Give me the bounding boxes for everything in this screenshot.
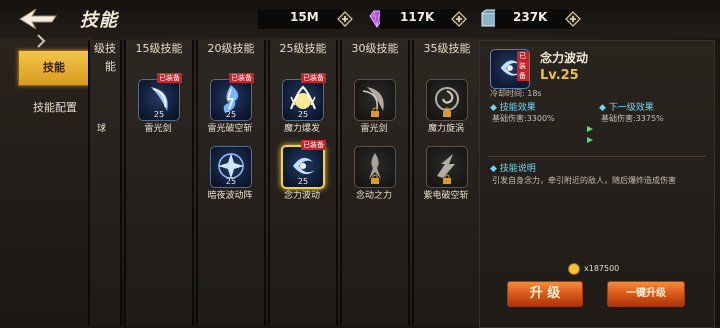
lock-icon [443, 107, 451, 117]
next-effect-value: 基础伤害:3375% [601, 114, 664, 123]
plus-icon [565, 11, 581, 27]
cooldown-text: 冷却时间: 18s [490, 89, 542, 98]
page-title: 技能 [80, 10, 118, 31]
gem-counter: 117K [380, 9, 460, 29]
divider [488, 156, 706, 157]
current-effect-value: 基础伤害:3300% [492, 114, 555, 123]
one-key-upgrade-button[interactable]: 一键升级 [607, 281, 685, 307]
upgrade-button[interactable]: 升 级 [507, 281, 583, 307]
lock-icon [371, 107, 379, 117]
column-title: 35级技能 [423, 42, 471, 55]
column-title: 级技能 [94, 42, 116, 73]
nav-tab-skills[interactable]: 技能 [18, 50, 90, 86]
skill-title: 念力波动 [540, 51, 589, 65]
skill-level: 25 [153, 110, 165, 119]
increase-arrow-icon [587, 126, 593, 132]
diamond-icon: ◆ [599, 103, 606, 113]
diamond-icon: ◆ [490, 103, 497, 113]
skill-slot-selected[interactable]: 已装备 25 [281, 140, 326, 189]
gold-coin-icon [568, 263, 580, 275]
skill-name: 雷光剑 [144, 124, 172, 134]
current-effect-header: ◆ 技能效果 [490, 100, 536, 113]
skill-name: 暗夜波动阵 [207, 191, 253, 201]
column-title: 15级技能 [135, 42, 183, 55]
skill-name: 紫电破空斩 [423, 191, 469, 201]
column-title: 20级技能 [207, 42, 255, 55]
skill-level: 25 [225, 177, 237, 186]
collapse-chevron-icon[interactable] [32, 32, 50, 50]
skill-slot-locked[interactable] [426, 146, 468, 188]
nav-tab-skill-config[interactable]: 技能配置 [20, 98, 90, 118]
equipped-badge: 已装备 [157, 73, 182, 83]
skill-detail-panel: 已装备 念力波动 Lv.25 冷却时间: 18s ◆ 技能效果 基础伤害:330… [479, 40, 715, 328]
skill-name: 念力波动 [283, 191, 320, 201]
skill-level-label: Lv.25 [540, 68, 579, 83]
skill-name: 魔力爆发 [283, 124, 320, 134]
plus-icon [337, 11, 353, 27]
description-header: ◆ 技能说明 [490, 161, 536, 174]
skill-slot[interactable]: 25 [210, 146, 252, 188]
crystal-counter: 237K [495, 9, 575, 29]
skill-slot[interactable]: 已装备 25 [138, 73, 182, 121]
increase-arrow-icon [587, 137, 593, 143]
skill-level: 25 [297, 110, 309, 119]
skill-slot-locked[interactable] [354, 146, 396, 188]
upgrade-cost: x187500 [584, 264, 620, 273]
next-effect-header: ◆ 下一级效果 [599, 100, 654, 113]
skill-slot-locked[interactable] [426, 79, 468, 121]
gold-value: 15M [290, 10, 319, 24]
column-title: 30级技能 [351, 42, 399, 55]
gem-value: 117K [400, 10, 435, 24]
skill-slot[interactable]: 已装备 25 [282, 73, 326, 121]
crystal-value: 237K [513, 10, 548, 24]
lock-icon [443, 174, 451, 184]
skill-name: 球 [96, 124, 106, 134]
equipped-badge: 已装备 [229, 73, 254, 83]
equipped-badge: 已装备 [301, 73, 326, 83]
description-text: 引发自身念力，牵引附近的敌人，随后爆炸造成伤害 [492, 176, 676, 185]
skill-name: 念动之力 [355, 191, 392, 201]
gold-counter: 15M [258, 9, 342, 29]
equipped-badge: 已装备 [301, 140, 326, 150]
add-gold-button[interactable] [337, 11, 353, 27]
skill-slot-locked[interactable] [354, 79, 396, 121]
column-title: 25级技能 [279, 42, 327, 55]
top-bar: 技能 15M 117K 237K [0, 0, 720, 38]
skill-name: 魔力旋涡 [427, 124, 464, 134]
skill-slot[interactable]: 已装备 25 [210, 73, 254, 121]
add-gem-button[interactable] [451, 11, 467, 27]
selected-skill-icon: 已装备 [490, 49, 530, 89]
skill-column: 级技能 [88, 40, 122, 326]
skill-name: 雷光剑 [360, 124, 388, 134]
skill-name: 雷光破空斩 [207, 124, 253, 134]
lock-icon [371, 174, 379, 184]
add-crystal-button[interactable] [565, 11, 581, 27]
current-effect-label: 技能效果 [499, 103, 536, 113]
back-arrow-icon [19, 8, 57, 30]
skill-level: 25 [297, 177, 309, 186]
back-button[interactable] [16, 5, 60, 33]
diamond-icon: ◆ [490, 164, 497, 174]
equipped-badge: 已装备 [517, 51, 529, 81]
description-label: 技能说明 [499, 164, 536, 174]
skill-level: 25 [225, 110, 237, 119]
next-effect-label: 下一级效果 [608, 103, 654, 113]
plus-icon [451, 11, 467, 27]
